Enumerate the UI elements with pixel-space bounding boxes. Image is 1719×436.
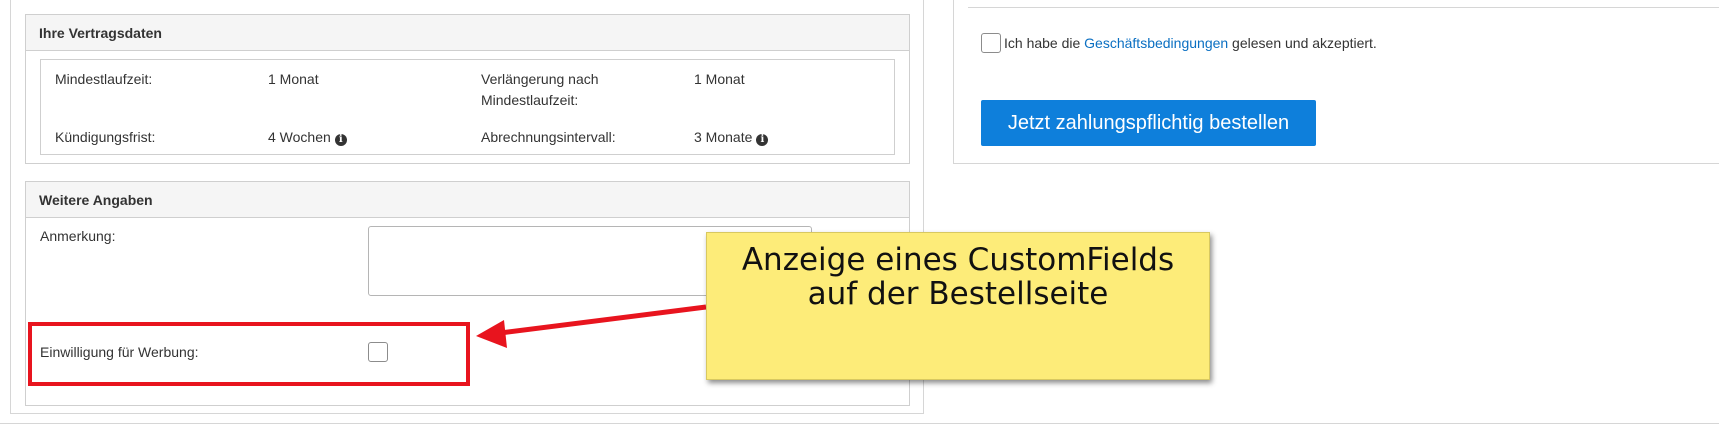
arrow-shaft bbox=[499, 304, 707, 336]
callout-line1: Anzeige eines CustomFields bbox=[741, 242, 1175, 278]
callout-line2: auf der Bestellseite bbox=[807, 276, 1109, 312]
arrow-head bbox=[476, 320, 507, 348]
annotation-callout: Anzeige eines CustomFields auf der Beste… bbox=[706, 232, 1210, 380]
